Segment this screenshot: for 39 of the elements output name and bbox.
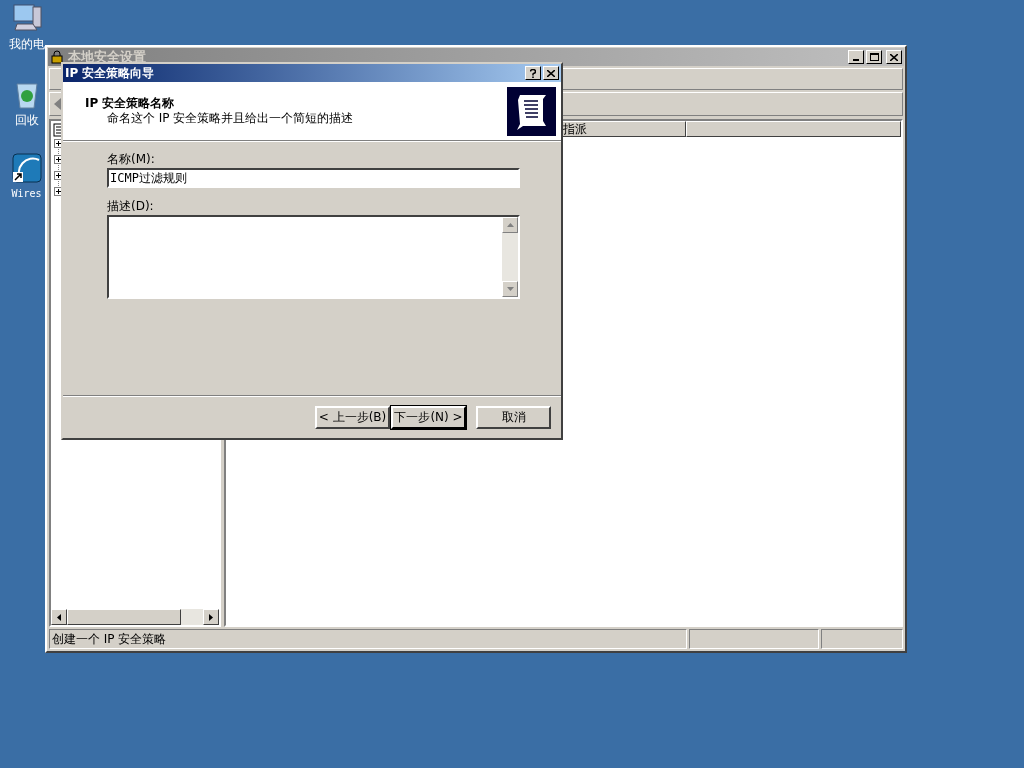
icon-label: 回收 bbox=[14, 113, 39, 127]
scroll-left-button[interactable] bbox=[51, 609, 67, 625]
next-button[interactable]: 下一步(N) > bbox=[391, 406, 466, 429]
wizard-heading: IP 安全策略名称 bbox=[85, 96, 176, 111]
description-field[interactable] bbox=[107, 215, 520, 299]
name-field[interactable]: ICMP过滤规则 bbox=[107, 168, 520, 188]
scroll-document-icon bbox=[507, 86, 556, 136]
right-arrow-icon bbox=[209, 613, 213, 621]
icon-label: Wires bbox=[11, 187, 42, 201]
scroll-down-button[interactable] bbox=[502, 281, 518, 297]
back-arrow-icon[interactable] bbox=[54, 98, 62, 110]
lock-icon bbox=[50, 50, 64, 64]
close-icon bbox=[547, 69, 555, 77]
shortcut-icon[interactable] bbox=[10, 152, 43, 184]
question-mark-icon bbox=[530, 68, 536, 78]
close-button[interactable] bbox=[886, 50, 902, 64]
name-label: 名称(M): bbox=[107, 152, 156, 167]
help-button[interactable] bbox=[525, 66, 541, 80]
scroll-up-button[interactable] bbox=[502, 217, 518, 233]
dialog-title: IP 安全策略向导 bbox=[65, 66, 155, 80]
column-header[interactable] bbox=[686, 121, 901, 137]
back-button[interactable]: < 上一步(B) bbox=[315, 406, 390, 429]
status-bar-text: 创建一个 IP 安全策略 bbox=[49, 629, 687, 649]
close-button[interactable] bbox=[543, 66, 559, 80]
computer-icon[interactable] bbox=[10, 2, 43, 34]
wizard-description: 命名这个 IP 安全策略并且给出一个简短的描述 bbox=[106, 111, 354, 126]
scroll-right-button[interactable] bbox=[203, 609, 219, 625]
icon-label: 我的电 bbox=[8, 37, 45, 51]
horizontal-scrollbar[interactable] bbox=[51, 609, 219, 625]
left-arrow-icon bbox=[57, 613, 61, 621]
close-icon bbox=[890, 53, 898, 61]
maximize-button[interactable] bbox=[866, 50, 882, 64]
cancel-button[interactable]: 取消 bbox=[476, 406, 551, 429]
up-arrow-icon bbox=[506, 223, 514, 227]
scroll-thumb[interactable] bbox=[67, 609, 181, 625]
description-label: 描述(D): bbox=[107, 199, 155, 214]
down-arrow-icon bbox=[506, 287, 514, 291]
minimize-button[interactable] bbox=[848, 50, 864, 64]
vertical-scrollbar[interactable] bbox=[502, 217, 518, 297]
